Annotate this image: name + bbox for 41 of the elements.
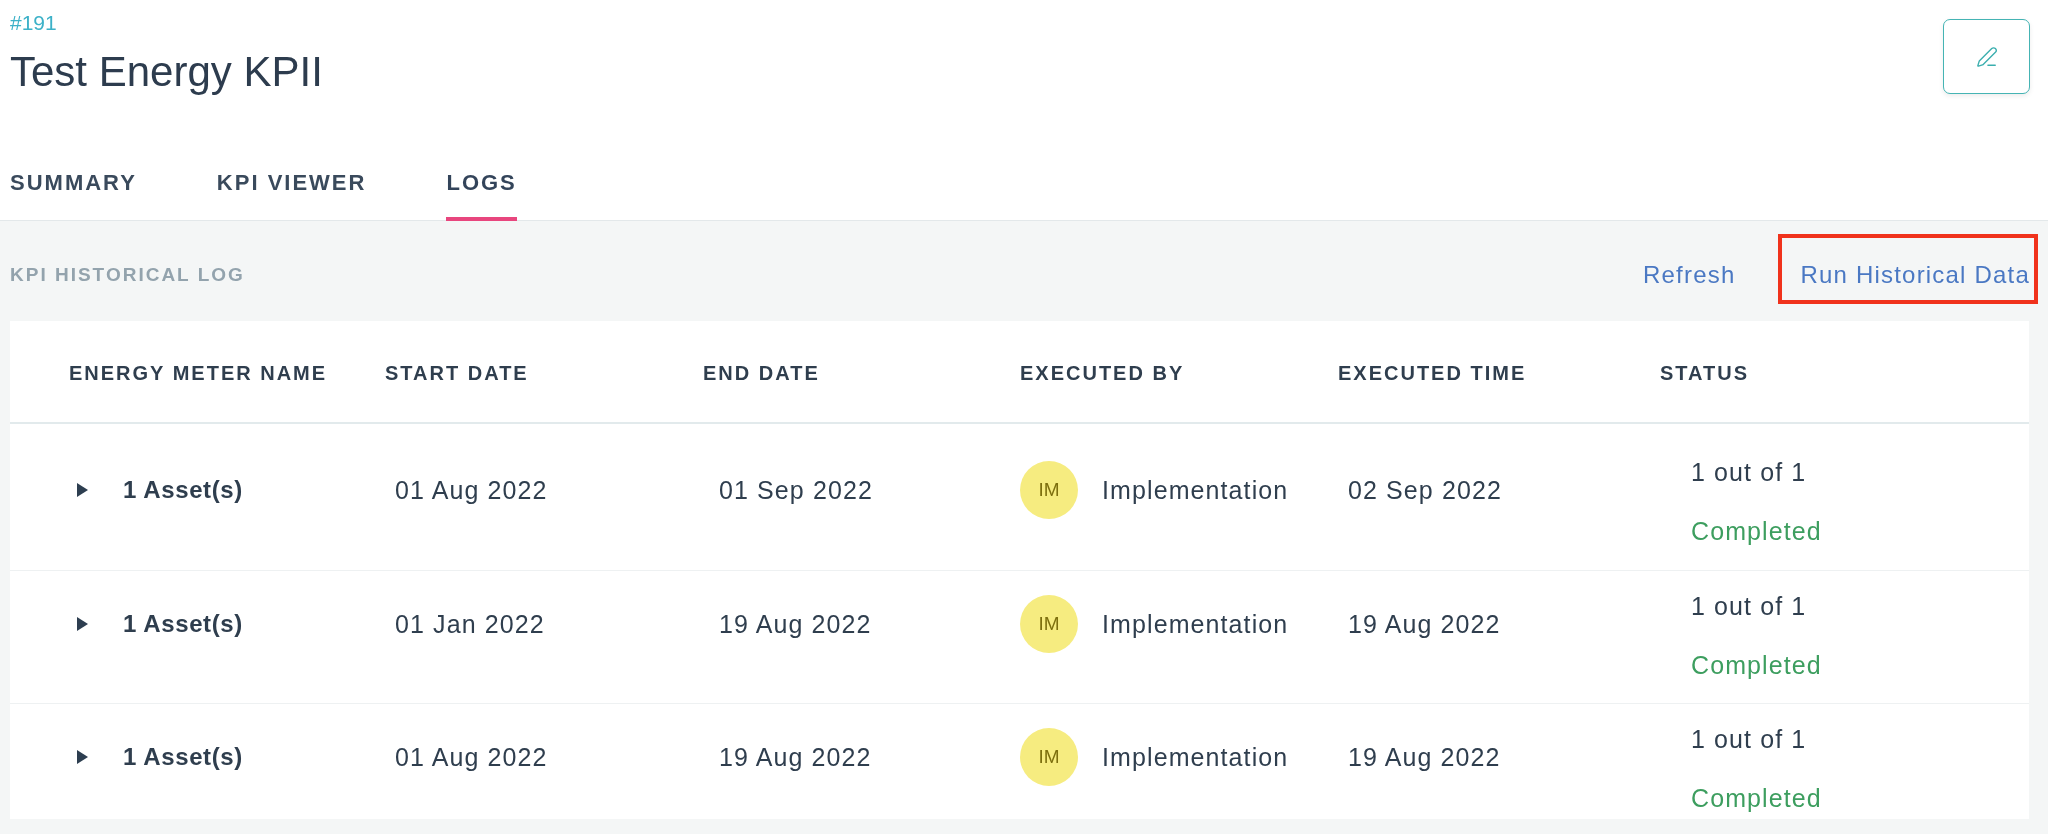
table-cell: Implementation: [1102, 609, 1289, 639]
table-cell: 19 Aug 2022: [719, 609, 872, 639]
table-cell: 01 Sep 2022: [719, 475, 873, 505]
table-cell: 1 Asset(s): [123, 742, 243, 772]
user-avatar: IM: [1020, 595, 1078, 653]
status-label: Completed: [1691, 783, 1822, 813]
tab[interactable]: SUMMARY: [10, 170, 137, 221]
user-avatar: IM: [1020, 728, 1078, 786]
table-cell: Implementation: [1102, 475, 1289, 505]
caret-icon[interactable]: [77, 483, 88, 497]
column-header: STATUS: [1660, 361, 1750, 386]
section-title: KPI HISTORICAL LOG: [10, 263, 245, 287]
tab[interactable]: KPI VIEWER: [216, 170, 367, 221]
column-header: START DATE: [385, 361, 529, 386]
column-header: EXECUTED BY: [1020, 361, 1185, 386]
run-count: 1 out of 1: [1691, 457, 1807, 487]
table-cell: 01 Aug 2022: [395, 475, 548, 505]
column-header: END DATE: [703, 361, 820, 386]
action-link[interactable]: Refresh: [1643, 260, 1736, 290]
table-cell: 19 Aug 2022: [1348, 609, 1501, 639]
pencil-icon: [1975, 45, 1998, 68]
table-cell: Implementation: [1102, 742, 1289, 772]
action-link[interactable]: Run Historical Data: [1800, 260, 2030, 290]
table-cell: 01 Jan 2022: [395, 609, 545, 639]
table-cell: 02 Sep 2022: [1348, 475, 1502, 505]
column-header: EXECUTED TIME: [1338, 361, 1527, 386]
run-count: 1 out of 1: [1691, 724, 1807, 754]
run-count: 1 out of 1: [1691, 591, 1807, 621]
record-id: #191: [10, 11, 57, 35]
table-cell: 1 Asset(s): [123, 475, 243, 505]
page-title: Test Energy KPII: [10, 47, 323, 97]
status-label: Completed: [1691, 650, 1822, 680]
caret-icon[interactable]: [77, 617, 88, 631]
table-cell: 01 Aug 2022: [395, 742, 548, 772]
table-cell: 19 Aug 2022: [719, 742, 872, 772]
table-cell: 1 Asset(s): [123, 609, 243, 639]
column-header: ENERGY METER NAME: [69, 361, 328, 386]
table-cell: 19 Aug 2022: [1348, 742, 1501, 772]
user-avatar: IM: [1020, 461, 1078, 519]
caret-icon[interactable]: [77, 750, 88, 764]
status-label: Completed: [1691, 516, 1822, 546]
